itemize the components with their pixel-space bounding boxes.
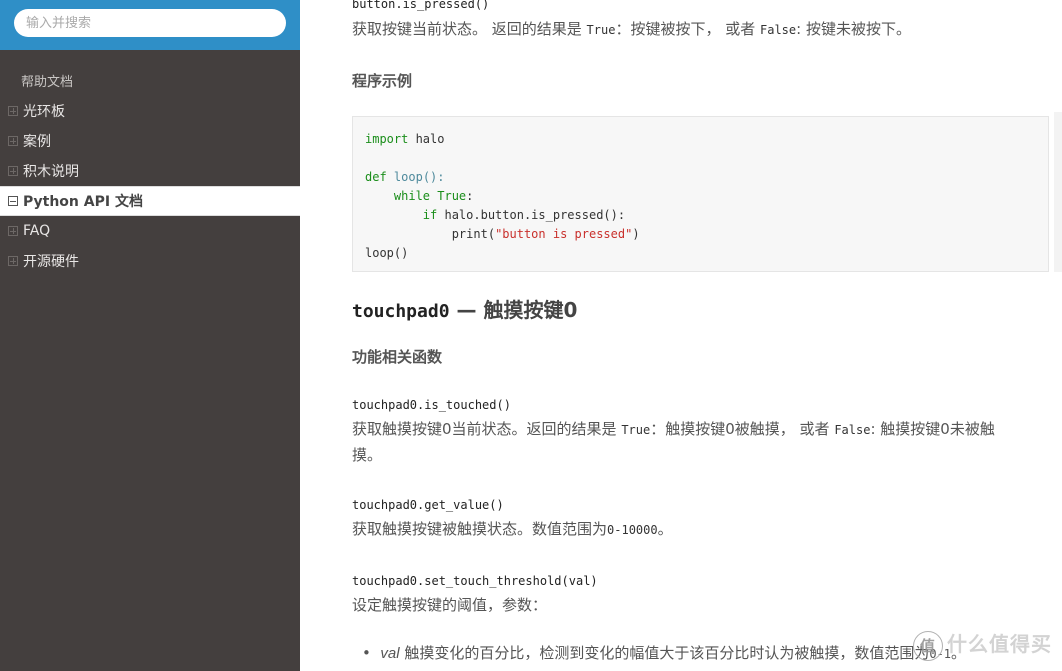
functions-heading: 功能相关函数	[352, 348, 443, 366]
code-line: loop()	[365, 246, 409, 260]
nav-item-blocks[interactable]: 积木说明	[0, 156, 300, 186]
nav-item-label: FAQ	[23, 223, 51, 239]
expand-plus-icon[interactable]	[8, 106, 18, 116]
watermark: 值什么值得买	[913, 628, 1052, 661]
section-heading-touchpad0: touchpad0 — 触摸按键0	[352, 298, 578, 322]
function-signature: touchpad0.is_touched()	[352, 398, 511, 412]
bullet-dot: •	[362, 644, 381, 662]
code-line: def loop():	[365, 170, 445, 184]
search-bar	[0, 0, 300, 50]
expand-plus-icon[interactable]	[8, 256, 18, 266]
code-line: while True:	[393, 189, 474, 203]
code-line: if halo.button.is_pressed():	[422, 208, 626, 222]
nav-item-label: 案例	[23, 134, 51, 150]
function-description-cont: 摸。	[352, 446, 383, 464]
code-scrollbar[interactable]	[1054, 112, 1062, 272]
nav-item-label: 积木说明	[23, 164, 79, 180]
code-line: print("button is pressed")	[451, 227, 640, 241]
nav-list: 光环板 案例 积木说明 Python API 文档 FAQ 开源硬件	[0, 96, 300, 276]
example-heading: 程序示例	[352, 72, 413, 90]
expand-plus-icon[interactable]	[8, 226, 18, 236]
watermark-badge-icon: 值	[913, 631, 943, 661]
function-signature: button.is_pressed()	[352, 0, 490, 11]
expand-plus-icon[interactable]	[8, 166, 18, 176]
function-description: 获取触摸按键0当前状态。返回的结果是 True：触摸按键0被触摸， 或者 Fal…	[352, 420, 995, 438]
param-list-item: • val 触摸变化的百分比，检测到变化的幅值大于该百分比时认为被触摸，数值范围…	[362, 644, 967, 662]
search-input[interactable]	[14, 9, 286, 37]
nav-item-label: 光环板	[23, 104, 65, 120]
nav-item-faq[interactable]: FAQ	[0, 216, 300, 246]
function-description: 获取触摸按键被触摸状态。数值范围为0-10000。	[352, 520, 673, 538]
collapse-minus-icon[interactable]	[8, 196, 18, 206]
nav-item-label: 开源硬件	[23, 254, 79, 270]
function-description: 设定触摸按键的阈值，参数：	[352, 596, 548, 614]
code-example: import halo def loop(): while True: if h…	[352, 116, 1049, 272]
function-signature: touchpad0.set_touch_threshold(val)	[352, 574, 598, 588]
nav-item-open-hardware[interactable]: 开源硬件	[0, 246, 300, 276]
expand-plus-icon[interactable]	[8, 136, 18, 146]
nav-item-python-api[interactable]: Python API 文档	[0, 186, 300, 216]
nav-item-label: Python API 文档	[23, 194, 143, 210]
function-signature: touchpad0.get_value()	[352, 498, 504, 512]
sidebar: 帮助文档 光环板 案例 积木说明 Python API 文档 FAQ 开源硬件	[0, 0, 300, 671]
nav-header: 帮助文档	[21, 75, 74, 90]
nav-item-cases[interactable]: 案例	[0, 126, 300, 156]
nav-item-halo-board[interactable]: 光环板	[0, 96, 300, 126]
function-description: 获取按键当前状态。 返回的结果是 True：按键被按下， 或者 False: 按…	[352, 20, 911, 38]
code-line: import halo	[365, 132, 445, 146]
